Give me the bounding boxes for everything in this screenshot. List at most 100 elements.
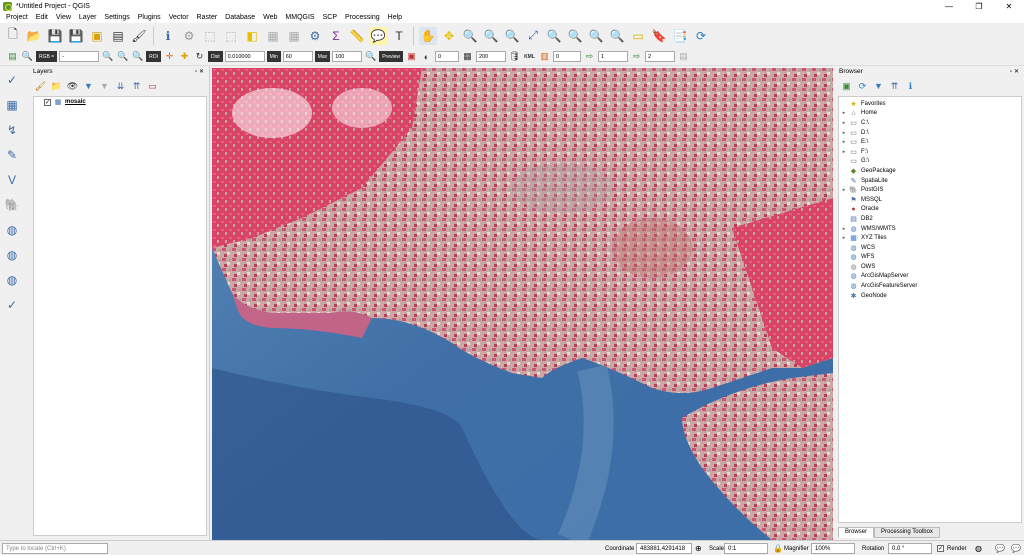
crs-globe-icon[interactable]: ◍ — [975, 543, 982, 554]
browser-item[interactable]: ▸ ▭ E:\ — [839, 137, 1021, 147]
scp-dock-icon[interactable]: ▤ — [6, 50, 19, 63]
pan-map-icon[interactable]: ✋ — [419, 26, 437, 45]
browser-item[interactable]: ⚑ MSSQL — [839, 195, 1021, 205]
browser-item[interactable]: ★ Favorites — [839, 99, 1021, 109]
zoom-input-image-icon[interactable]: 🔍 — [21, 50, 34, 63]
expand-arrow-icon[interactable]: ▸ — [839, 235, 849, 241]
menu-help[interactable]: Help — [384, 14, 406, 21]
zoom-temp-roi-icon[interactable]: 🔍 — [131, 50, 144, 63]
expand-arrow-icon[interactable]: ▸ — [839, 149, 849, 155]
close-button[interactable]: ✕ — [994, 0, 1024, 12]
browser-item[interactable]: ▤ DB2 — [839, 214, 1021, 224]
expand-arrow-icon[interactable]: ▸ — [839, 110, 849, 116]
statistical-summary-icon[interactable]: Σ — [327, 27, 345, 45]
new-print-layout-icon[interactable]: ▣ — [88, 27, 106, 45]
show-bookmarks-icon[interactable]: 📑 — [671, 27, 689, 45]
database-icon[interactable]: 🛢 — [508, 50, 521, 63]
style-panel-icon[interactable]: 🖌 — [34, 80, 47, 93]
layout-manager-icon[interactable]: ▤ — [109, 27, 127, 45]
new-vector-layer-icon[interactable]: ✓ — [3, 296, 21, 314]
transparency-input[interactable]: 0 — [434, 51, 459, 62]
scale-field[interactable]: 0:1 — [724, 543, 768, 554]
magnifier-field[interactable]: 100% — [811, 543, 855, 554]
coordinate-field[interactable]: 483881,4291418 — [636, 543, 692, 554]
properties-icon[interactable]: ℹ — [904, 80, 917, 93]
std-dev-stretch-icon[interactable]: 🔍 — [116, 50, 129, 63]
zoom-native-icon[interactable]: 🔍 — [503, 27, 521, 45]
map-tips-icon[interactable]: 💬 — [369, 26, 387, 45]
style-manager-icon[interactable]: 🖌 — [130, 27, 148, 45]
new-shapefile-icon[interactable]: ✓ — [3, 71, 21, 89]
messages-icon[interactable]: 💬 — [995, 543, 1005, 554]
add-group-icon[interactable]: 📁 — [50, 80, 63, 93]
measure-line-icon[interactable]: 📏 — [348, 27, 366, 45]
browser-item[interactable]: ✱ GeoNode — [839, 291, 1021, 301]
add-spatialite-icon[interactable]: ✎ — [3, 146, 21, 164]
expand-all-icon[interactable]: ⇊ — [114, 80, 127, 93]
classification-preview-icon[interactable]: ▣ — [405, 50, 418, 63]
arrow-icon[interactable]: ⇨ — [630, 50, 643, 63]
layer-visibility-checkbox[interactable]: ✓ — [44, 98, 51, 106]
rgb-combo[interactable]: - — [59, 51, 100, 62]
panel-controls-icon[interactable]: ▫✕ — [195, 68, 206, 75]
menu-raster[interactable]: Raster — [193, 14, 222, 21]
browser-item[interactable]: ▸ ⌂ Home — [839, 109, 1021, 119]
preview-label[interactable]: Preview — [379, 51, 403, 62]
deselect-features-icon[interactable]: ◧ — [243, 27, 261, 45]
save-as-icon[interactable]: 💾 — [67, 27, 85, 45]
render-checkbox[interactable]: ✓ — [937, 545, 944, 552]
dist-input[interactable]: 0.010000 — [224, 51, 265, 62]
layer-row[interactable]: ✓ ▦ mosaic — [34, 97, 206, 107]
toggle-extents-icon[interactable]: ⊕ — [695, 543, 702, 554]
expand-arrow-icon[interactable]: ▸ — [839, 120, 849, 126]
zoom-out-icon[interactable]: 🔍 — [482, 27, 500, 45]
add-delimited-text-icon[interactable]: ↯ — [3, 121, 21, 139]
add-wms-icon[interactable]: ◍ — [3, 221, 21, 239]
select-by-value-icon[interactable]: ⬚ — [222, 27, 240, 45]
browser-item[interactable]: ✎ SpatiaLite — [839, 176, 1021, 186]
map-canvas[interactable] — [212, 68, 833, 540]
browser-item[interactable]: ▸ ▦ XYZ Tiles — [839, 233, 1021, 243]
expand-arrow-icon[interactable]: ▸ — [839, 187, 849, 193]
reset-icon[interactable]: ▥ — [538, 50, 551, 63]
collapse-all-icon[interactable]: ⇈ — [888, 80, 901, 93]
filter-expression-icon[interactable]: ▼ — [98, 80, 111, 93]
open-project-icon[interactable]: 📂 — [25, 27, 43, 45]
transparency-icon[interactable]: ◐ — [420, 50, 433, 63]
size-input[interactable]: 200 — [475, 51, 506, 62]
add-selected-layers-icon[interactable]: ▣ — [840, 80, 853, 93]
collapse-all-icon[interactable]: ⇈ — [130, 80, 143, 93]
select-features-icon[interactable]: ⬚ — [201, 27, 219, 45]
expand-arrow-icon[interactable]: ▸ — [839, 226, 849, 232]
value-input-a[interactable]: 0 — [552, 51, 581, 62]
locator-search-input[interactable]: Type to locate (Ctrl+K) — [2, 543, 108, 554]
manage-visibility-icon[interactable]: 👁 — [66, 80, 79, 93]
browser-item[interactable]: ● Oracle — [839, 205, 1021, 215]
zoom-in-icon[interactable]: 🔍 — [461, 27, 479, 45]
run-action-icon[interactable]: ⚙ — [180, 27, 198, 45]
min-input[interactable]: 60 — [282, 51, 313, 62]
roi-pointer-icon[interactable]: ✛ — [163, 50, 176, 63]
menu-plugins[interactable]: Plugins — [134, 14, 165, 21]
size-icon[interactable]: ▦ — [461, 50, 474, 63]
browser-item[interactable]: ▸ ▭ F:\ — [839, 147, 1021, 157]
browser-item[interactable]: ◍ OWS — [839, 262, 1021, 272]
menu-database[interactable]: Database — [221, 14, 259, 21]
browser-item[interactable]: ▸ ◍ WMS/WMTS — [839, 224, 1021, 234]
maximize-button[interactable]: ❐ — [964, 0, 994, 12]
add-postgis-icon[interactable]: 🐘 — [3, 196, 21, 214]
menu-mmqgis[interactable]: MMQGIS — [281, 14, 318, 21]
browser-item[interactable]: ◆ GeoPackage — [839, 166, 1021, 176]
filter-legend-icon[interactable]: ▼ — [82, 80, 95, 93]
zoom-layer-icon[interactable]: 🔍 — [566, 27, 584, 45]
tab-browser[interactable]: Browser — [838, 527, 875, 538]
minimize-button[interactable]: — — [934, 0, 964, 12]
zoom-last-icon[interactable]: 🔍 — [587, 27, 605, 45]
field-calculator-icon[interactable]: ▦ — [285, 27, 303, 45]
rotation-field[interactable]: 0.0 ° — [888, 543, 932, 554]
browser-item[interactable]: ▸ ▭ C:\ — [839, 118, 1021, 128]
browser-item[interactable]: ◍ ArcGisFeatureServer — [839, 281, 1021, 291]
browser-item[interactable]: ▸ ▭ D:\ — [839, 128, 1021, 138]
value-input-c[interactable]: 2 — [644, 51, 675, 62]
processing-toolbox-icon[interactable]: ⚙ — [306, 27, 324, 45]
